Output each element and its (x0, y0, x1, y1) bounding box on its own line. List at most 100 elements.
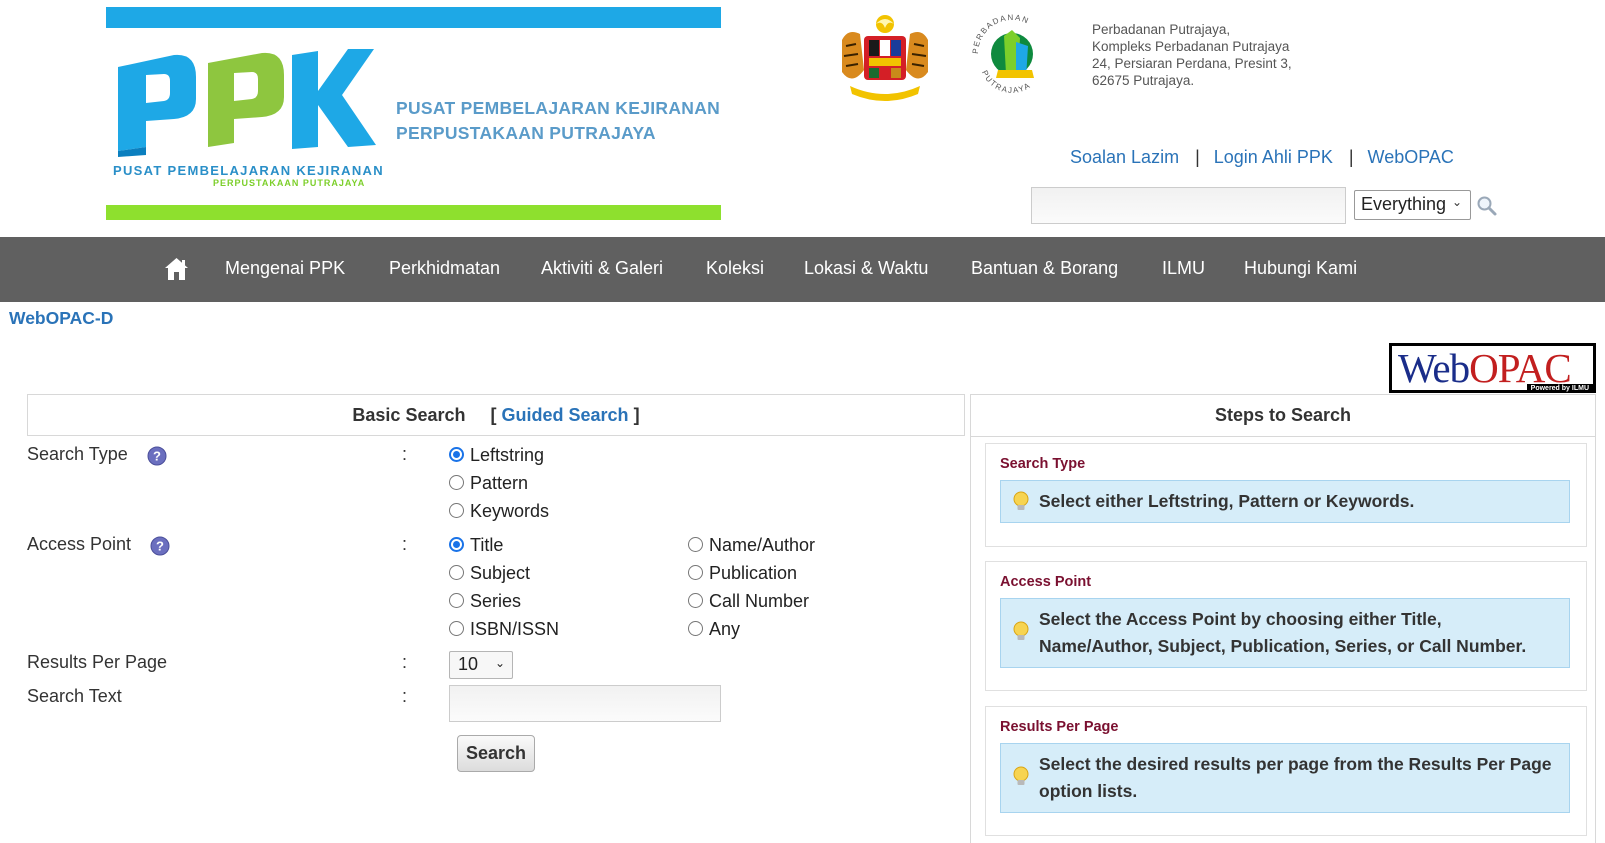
radio-label: Any (709, 619, 741, 639)
search-icon[interactable] (1476, 195, 1498, 217)
radio-label: Leftstring (470, 445, 545, 465)
radio-button[interactable] (449, 565, 464, 580)
nav-item-bantuan-borang[interactable]: Bantuan & Borang (971, 258, 1118, 279)
results-per-page-select[interactable]: 10 ⌄ (449, 651, 513, 679)
radio-button[interactable] (688, 565, 703, 580)
search-text-label: Search Text (27, 686, 122, 706)
step-card-results-per-page: Results Per Page Select the desired resu… (985, 706, 1587, 836)
radio-button[interactable] (449, 621, 464, 636)
search-button[interactable]: Search (457, 735, 535, 772)
nav-item-hubungi-kami[interactable]: Hubungi Kami (1244, 258, 1357, 279)
bracket-open: [ (490, 405, 497, 425)
radio-button[interactable] (688, 621, 703, 636)
radio-label: Name/Author (709, 535, 816, 555)
radio-access-point-series[interactable]: Series (449, 591, 521, 612)
banner-bottom-bar (106, 205, 721, 220)
steps-panel: Steps to Search Search Type Select eithe… (970, 394, 1596, 843)
search-form-header: Basic Search [ Guided Search ] (27, 394, 965, 436)
radio-access-point-subject[interactable]: Subject (449, 563, 530, 584)
radio-access-point-call-number[interactable]: Call Number (688, 591, 809, 612)
results-per-page-label: Results Per Page (27, 652, 168, 672)
radio-search-type-keywords[interactable]: Keywords (449, 501, 549, 522)
search-scope-select[interactable]: Everything ⌄ (1354, 190, 1471, 220)
step-card-search-type: Search Type Select either Leftstring, Pa… (985, 443, 1587, 547)
page-title: WebOPAC-D (9, 308, 114, 328)
radio-button[interactable] (688, 537, 703, 552)
crest-icon (842, 15, 928, 101)
step-description: Select the Access Point by choosing eith… (1000, 598, 1570, 668)
radio-access-point-isbn-issn[interactable]: ISBN/ISSN (449, 619, 559, 640)
radio-access-point-title[interactable]: Title (449, 535, 503, 556)
ppk-banner[interactable]: PUSAT PEMBELAJARAN KEJIRANAN PERPUSTAKAA… (106, 7, 721, 220)
webopac-logo-web: Web (1398, 345, 1470, 391)
nav-item-mengenai-ppk[interactable]: Mengenai PPK (225, 258, 345, 279)
top-links: Soalan Lazim | Login Ahli PPK | WebOPAC (1070, 147, 1454, 168)
svg-text:?: ? (153, 449, 161, 464)
link-login-ahli-ppk[interactable]: Login Ahli PPK (1214, 147, 1333, 167)
colon: : (402, 444, 408, 464)
step-text: Select either Leftstring, Pattern or Key… (1039, 491, 1415, 511)
site-header: PUSAT PEMBELAJARAN KEJIRANAN PERPUSTAKAA… (0, 0, 1605, 237)
help-icon[interactable]: ? (150, 536, 170, 556)
radio-button[interactable] (449, 537, 464, 552)
home-icon[interactable] (164, 257, 189, 281)
banner-top-bar (106, 7, 721, 28)
colon: : (402, 686, 408, 706)
banner-title: PUSAT PEMBELAJARAN KEJIRANAN PERPUSTAKAA… (396, 96, 720, 146)
link-soalan-lazim[interactable]: Soalan Lazim (1070, 147, 1179, 167)
help-icon[interactable]: ? (147, 446, 167, 466)
step-title: Access Point (1000, 574, 1092, 590)
radio-label: Keywords (470, 501, 550, 521)
radio-label: Title (470, 535, 504, 555)
colon: : (402, 534, 408, 554)
nav-item-ilmu[interactable]: ILMU (1162, 258, 1205, 279)
chevron-down-icon: ⌄ (494, 656, 505, 670)
link-webopac[interactable]: WebOPAC (1368, 147, 1454, 167)
steps-title: Steps to Search (971, 395, 1595, 437)
nav-item-koleksi[interactable]: Koleksi (706, 258, 764, 279)
nav-item-aktiviti-galeri[interactable]: Aktiviti & Galeri (541, 258, 663, 279)
guided-search-link[interactable]: Guided Search (502, 405, 629, 425)
radio-label: Series (470, 591, 522, 611)
radio-button[interactable] (688, 593, 703, 608)
radio-button[interactable] (449, 447, 464, 462)
basic-search-label: Basic Search (352, 405, 466, 425)
webopac-logo-powered: Powered by ILMU (1526, 384, 1593, 393)
chevron-down-icon: ⌄ (1451, 195, 1462, 209)
nav-item-perkhidmatan[interactable]: Perkhidmatan (389, 258, 500, 279)
results-per-page-value: 10 (458, 654, 479, 674)
radio-search-type-leftstring[interactable]: Leftstring (449, 445, 544, 466)
link-separator: | (1348, 147, 1354, 167)
radio-access-point-name-author[interactable]: Name/Author (688, 535, 815, 556)
site-search-input[interactable] (1031, 187, 1346, 224)
ppk-logo-icon (118, 49, 376, 157)
step-text: Select the Access Point by choosing eith… (1039, 609, 1527, 656)
radio-button[interactable] (449, 503, 464, 518)
step-description: Select either Leftstring, Pattern or Key… (1000, 480, 1570, 523)
radio-button[interactable] (449, 593, 464, 608)
main-nav: Mengenai PPK Perkhidmatan Aktiviti & Gal… (0, 237, 1605, 302)
address-line: Perbadanan Putrajaya, (1092, 22, 1231, 37)
svg-text:?: ? (156, 539, 164, 554)
radio-search-type-pattern[interactable]: Pattern (449, 473, 528, 494)
search-text-input[interactable] (449, 685, 721, 722)
lightbulb-icon (1013, 491, 1029, 510)
nav-item-lokasi-waktu[interactable]: Lokasi & Waktu (804, 258, 928, 279)
logo-subtitle-1: PUSAT PEMBELAJARAN KEJIRANAN (113, 163, 384, 178)
logo-subtitle-2: PERPUSTAKAAN PUTRAJAYA (213, 178, 366, 188)
link-separator: | (1195, 147, 1200, 167)
radio-button[interactable] (449, 475, 464, 490)
access-point-label: Access Point (27, 534, 132, 554)
radio-access-point-any[interactable]: Any (688, 619, 740, 640)
address-line: 24, Persiaran Perdana, Presint 3, (1092, 56, 1292, 71)
webopac-logo: WebOPAC Powered by ILMU (1389, 343, 1596, 393)
perbadanan-logo-icon: PERBADANAN PUTRAJAYA (971, 13, 1034, 95)
address-block: Perbadanan Putrajaya, Kompleks Perbadana… (1092, 21, 1292, 89)
banner-title-line-2: PERPUSTAKAAN PUTRAJAYA (396, 123, 656, 143)
step-title: Search Type (1000, 456, 1086, 472)
radio-access-point-publication[interactable]: Publication (688, 563, 797, 584)
colon: : (402, 652, 408, 672)
step-card-access-point: Access Point Select the Access Point by … (985, 561, 1587, 691)
radio-label: Call Number (709, 591, 810, 611)
search-type-label: Search Type (27, 444, 128, 464)
